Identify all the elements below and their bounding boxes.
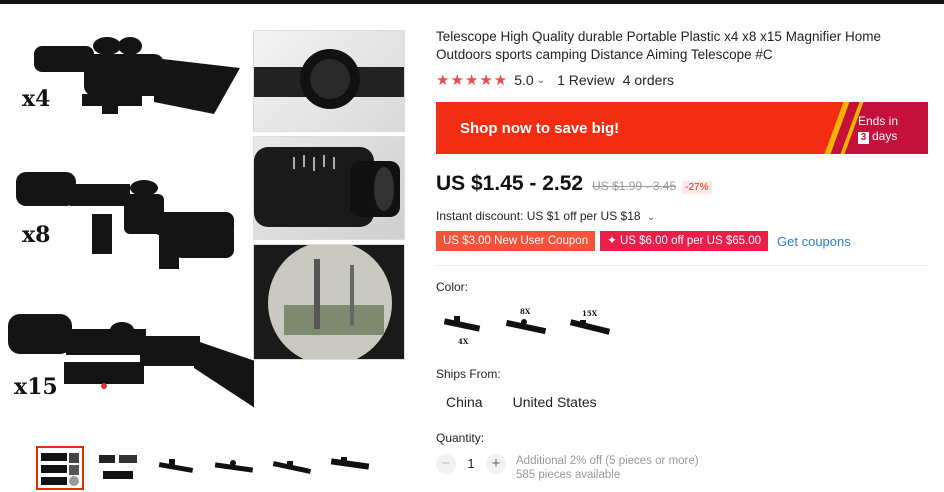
days-label: days [872,129,898,143]
price-row: US $1.45 - 2.52 US $1.99 - 3.45 -27% [436,172,712,196]
quantity-info: Additional 2% off (5 pieces or more) 585… [516,454,699,482]
decrease-button[interactable]: − [436,454,456,474]
pieces-available: 585 pieces available [516,469,621,481]
thumbnail[interactable] [152,446,200,490]
promo-text: Shop now to save big! [460,119,620,137]
ship-option-united-states[interactable]: United States [503,390,607,414]
rating-stars: ★★★★★ [436,72,509,89]
new-user-coupon[interactable]: US $3.00 New User Coupon [436,231,596,251]
knob-illustration [254,49,404,109]
rating-value[interactable]: 5.0 [514,72,533,88]
thumbnail-strip [36,446,376,492]
rating-row: ★★★★★ 5.0 ⌄ 1 Review 4 orders [436,71,674,89]
get-coupons-link[interactable]: Get coupons [777,234,851,249]
reviews-link[interactable]: 1 Review [557,72,615,88]
color-option-label: 15X [582,309,598,318]
orders-count: 4 orders [622,72,675,88]
promo-banner[interactable]: Shop now to save big! Ends in 3 days [436,102,928,154]
instant-discount[interactable]: Instant discount: US $1 off per US $18 ⌄ [436,209,655,223]
divider [436,265,928,266]
thumbnail[interactable] [210,446,258,490]
scopes-illustration: x4 x8 x15 [8,37,278,416]
view-through-scope [268,245,392,359]
chevron-down-icon[interactable]: ⌄ [537,75,545,86]
bulk-discount-note: Additional 2% off (5 pieces or more) [516,455,699,467]
main-product-image[interactable]: x4 x8 x15 [4,24,278,428]
instant-discount-text: Instant discount: US $1 off per US $18 [436,209,641,223]
thumbnail[interactable] [268,446,316,490]
color-option-label: 4X [458,337,469,346]
product-title: Telescope High Quality durable Portable … [436,29,881,62]
color-option-15x[interactable]: 15X [564,302,616,350]
detail-photo-knob [253,30,405,132]
original-price: US $1.99 - 3.45 [592,179,677,193]
ship-option-china[interactable]: China [436,390,493,414]
store-coupon[interactable]: ✦ US $6.00 off per US $65.00 [600,231,769,251]
thumbnail[interactable] [94,446,142,490]
increase-button[interactable]: + [486,454,506,474]
color-option-label: 8X [520,307,531,316]
days-count: 3 [858,132,869,144]
discount-badge: -27% [682,181,712,194]
ships-from-label: Ships From: [436,367,501,381]
label-x4: x4 [22,86,50,112]
thumbnail[interactable] [326,446,374,490]
quantity-stepper: − 1 + Additional 2% off (5 pieces or mor… [436,454,699,482]
detail-photo-view [253,244,405,360]
quantity-value[interactable]: 1 [456,454,486,474]
dial-illustration [254,147,400,227]
coupon-row: US $3.00 New User Coupon ✦ US $6.00 off … [436,231,851,251]
label-x15: x15 [14,374,58,400]
promo-countdown: Ends in 3 days [844,102,928,154]
ships-from-options: China United States [436,390,607,414]
color-option-8x[interactable]: 8X [500,302,552,350]
color-label: Color: [436,280,469,294]
quantity-label: Quantity: [436,431,485,445]
chevron-down-icon[interactable]: ⌄ [647,212,655,223]
top-bar [0,0,944,4]
label-x8: x8 [22,222,50,248]
current-price: US $1.45 - 2.52 [436,172,584,195]
color-option-4x[interactable]: 4X [436,302,488,350]
thumbnail[interactable] [36,446,84,490]
color-options: 4X 8X 15X [436,302,616,350]
ends-in-label: Ends in [858,114,899,128]
detail-photo-dial [253,136,405,240]
